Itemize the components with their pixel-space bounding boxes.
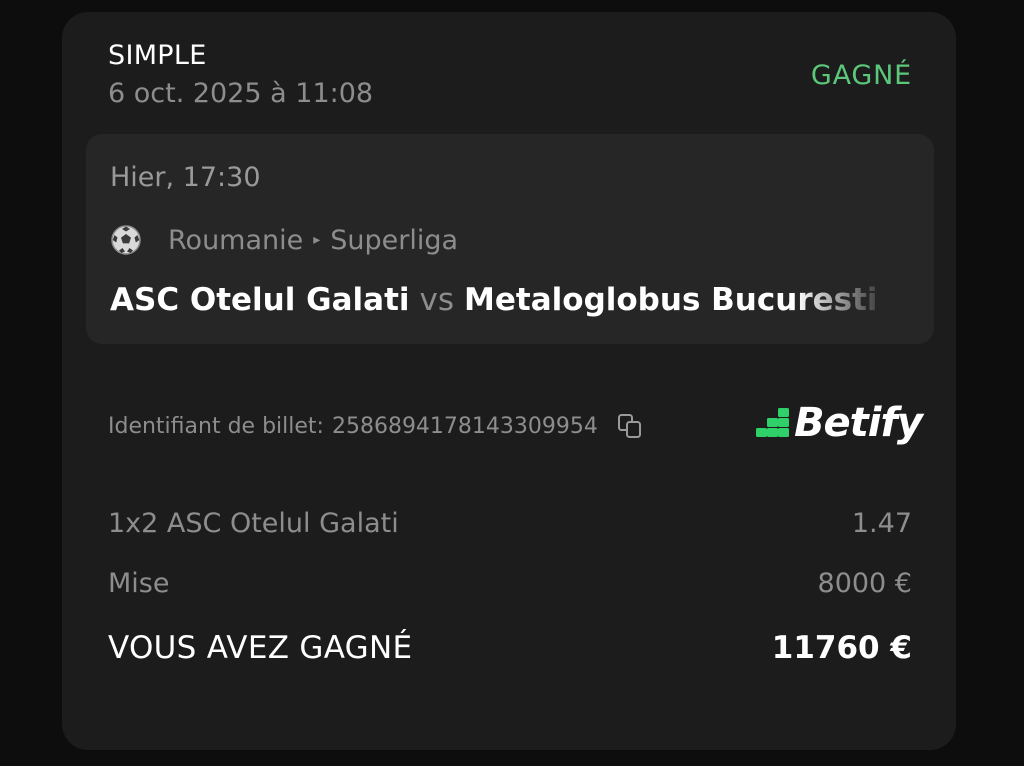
- odds-value: 1.47: [851, 508, 912, 539]
- selection-label: 1x2 ASC Otelul Galati: [108, 508, 399, 539]
- bet-ticket-card: SIMPLE 6 oct. 2025 à 11:08 GAGNÉ Hier, 1…: [62, 12, 956, 750]
- selection-row: 1x2 ASC Otelul Galati 1.47: [108, 508, 912, 539]
- match-teams: ASC Otelul Galati vs Metaloglobus Bucurest…: [110, 282, 890, 318]
- status-badge: GAGNÉ: [810, 60, 912, 91]
- bet-date: 6 oct. 2025 à 11:08: [108, 78, 374, 109]
- soccer-ball-icon: [110, 224, 142, 256]
- event-time: Hier, 17:30: [110, 162, 261, 193]
- winnings-row: VOUS AVEZ GAGNÉ 11760 €: [108, 630, 912, 666]
- brand-mark-icon: [756, 408, 790, 437]
- winnings-label: VOUS AVEZ GAGNÉ: [108, 630, 413, 666]
- away-team: Metaloglobus Bucuresti: [464, 282, 878, 318]
- bet-type: SIMPLE: [108, 40, 207, 71]
- vs-label: vs: [419, 282, 455, 318]
- brand-logo: Betify: [756, 400, 923, 446]
- winnings-value: 11760 €: [771, 630, 912, 666]
- chevron-right-icon: ▸: [313, 232, 321, 248]
- ticket-id-label: Identifiant de billet:: [108, 413, 324, 439]
- brand-name: Betify: [794, 400, 923, 446]
- ticket-id-row: Identifiant de billet: 25868941781433099…: [108, 406, 644, 446]
- stake-row: Mise 8000 €: [108, 568, 912, 599]
- league-label: Superliga: [330, 224, 459, 256]
- event-box[interactable]: Hier, 17:30 Roumanie ▸ Superliga ASC Ote…: [86, 134, 934, 344]
- ticket-id-value: 2586894178143309954: [331, 413, 598, 439]
- league-breadcrumb: Roumanie ▸ Superliga: [110, 222, 458, 258]
- stake-value: 8000 €: [817, 568, 912, 599]
- stake-label: Mise: [108, 568, 170, 599]
- country-label: Roumanie: [168, 224, 304, 256]
- copy-icon[interactable]: [616, 412, 644, 440]
- home-team: ASC Otelul Galati: [110, 282, 410, 318]
